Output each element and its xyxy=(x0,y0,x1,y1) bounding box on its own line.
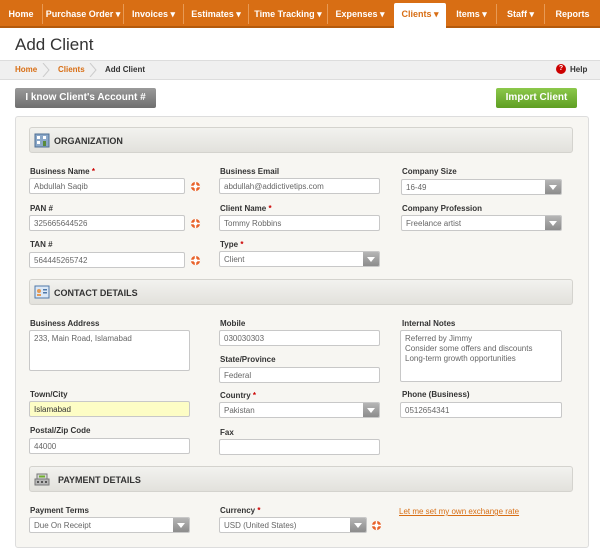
contact-card-icon xyxy=(34,285,50,299)
help-icon[interactable]: ? xyxy=(556,64,566,74)
top-nav: Home Purchase Order ▾ Invoices ▾ Estimat… xyxy=(0,0,600,30)
lifebuoy-icon[interactable] xyxy=(371,520,382,531)
fax-field[interactable] xyxy=(219,439,380,455)
breadcrumb-home[interactable]: Home xyxy=(15,65,37,74)
chevron-down-icon[interactable] xyxy=(363,403,379,417)
company-size-label: Company Size xyxy=(402,167,457,176)
client-name-label: Client Name * xyxy=(220,204,272,213)
nav-purchase-order[interactable]: Purchase Order ▾ xyxy=(43,0,123,28)
breadcrumb-chevron-icon xyxy=(42,63,50,77)
pan-field[interactable]: 325665644526 xyxy=(29,215,185,231)
cash-register-icon xyxy=(34,473,50,486)
section-title-payment: PAYMENT DETAILS xyxy=(58,475,141,485)
company-profession-label: Company Profession xyxy=(402,204,483,213)
currency-label: Currency * xyxy=(220,506,261,515)
business-email-field[interactable]: abdullah@addictivetips.com xyxy=(219,178,380,194)
lifebuoy-icon[interactable] xyxy=(190,181,201,192)
chevron-down-icon[interactable] xyxy=(363,252,379,266)
country-select[interactable]: Pakistan xyxy=(219,402,380,418)
tan-label: TAN # xyxy=(30,240,53,249)
nav-estimates[interactable]: Estimates ▾ xyxy=(184,0,248,28)
chevron-down-icon[interactable] xyxy=(545,180,561,194)
internal-notes-field[interactable]: Referred by Jimmy Consider some offers a… xyxy=(400,330,562,382)
breadcrumb-current: Add Client xyxy=(105,65,145,74)
lifebuoy-icon[interactable] xyxy=(190,218,201,229)
nav-staff[interactable]: Staff ▾ xyxy=(497,0,544,28)
payment-terms-select[interactable]: Due On Receipt xyxy=(29,517,190,533)
chevron-down-icon[interactable] xyxy=(173,518,189,532)
mobile-field[interactable]: 030030303 xyxy=(219,330,380,346)
note-line: Long-term growth opportunities xyxy=(405,354,516,363)
phone-business-field[interactable]: 0512654341 xyxy=(400,402,562,418)
business-address-label: Business Address xyxy=(30,319,100,328)
nav-items[interactable]: Items ▾ xyxy=(447,0,496,28)
mobile-label: Mobile xyxy=(220,319,246,328)
currency-select[interactable]: USD (United States) xyxy=(219,517,367,533)
phone-business-label: Phone (Business) xyxy=(402,390,470,399)
page-title: Add Client xyxy=(15,35,94,54)
client-name-field[interactable]: Tommy Robbins xyxy=(219,215,380,231)
state-field[interactable]: Federal xyxy=(219,367,380,383)
business-email-label: Business Email xyxy=(220,167,280,176)
company-profession-select[interactable]: Freelance artist xyxy=(401,215,562,231)
chevron-down-icon[interactable] xyxy=(545,216,561,230)
exchange-rate-link[interactable]: Let me set my own exchange rate xyxy=(399,507,519,516)
nav-clients[interactable]: Clients ▾ xyxy=(394,3,446,30)
business-name-field[interactable]: Abdullah Saqib xyxy=(29,178,185,194)
town-city-field[interactable]: Islamabad xyxy=(29,401,190,417)
section-title-organization: ORGANIZATION xyxy=(54,136,123,146)
nav-invoices[interactable]: Invoices ▾ xyxy=(124,0,183,28)
chevron-down-icon[interactable] xyxy=(350,518,366,532)
nav-expenses[interactable]: Expenses ▾ xyxy=(328,0,392,28)
business-address-field[interactable]: 233, Main Road, Islamabad xyxy=(29,330,190,371)
breadcrumb-clients[interactable]: Clients xyxy=(58,65,85,74)
pan-label: PAN # xyxy=(30,204,53,213)
building-icon xyxy=(34,133,50,148)
note-line: Consider some offers and discounts xyxy=(405,344,533,353)
country-label: Country * xyxy=(220,391,257,400)
breadcrumb-chevron-icon xyxy=(89,63,97,77)
fax-label: Fax xyxy=(220,428,234,437)
payment-terms-label: Payment Terms xyxy=(30,506,89,515)
postal-code-field[interactable]: 44000 xyxy=(29,438,190,454)
postal-code-label: Postal/Zip Code xyxy=(30,426,91,435)
nav-reports[interactable]: Reports xyxy=(545,0,600,28)
section-title-contact: CONTACT DETAILS xyxy=(54,288,138,298)
nav-home[interactable]: Home xyxy=(0,0,42,28)
company-size-select[interactable]: 16-49 xyxy=(401,179,562,195)
know-account-button[interactable]: I know Client's Account # xyxy=(15,88,156,108)
tan-field[interactable]: 564445265742 xyxy=(29,252,185,268)
state-label: State/Province xyxy=(220,355,276,364)
note-line: Referred by Jimmy xyxy=(405,334,473,343)
help-link[interactable]: Help xyxy=(570,65,587,74)
type-select[interactable]: Client xyxy=(219,251,380,267)
town-city-label: Town/City xyxy=(30,390,68,399)
lifebuoy-icon[interactable] xyxy=(190,255,201,266)
business-name-label: Business Name * xyxy=(30,167,95,176)
internal-notes-label: Internal Notes xyxy=(402,319,456,328)
nav-time-tracking[interactable]: Time Tracking ▾ xyxy=(249,0,327,28)
type-label: Type * xyxy=(220,240,244,249)
import-client-button[interactable]: Import Client xyxy=(496,88,577,108)
